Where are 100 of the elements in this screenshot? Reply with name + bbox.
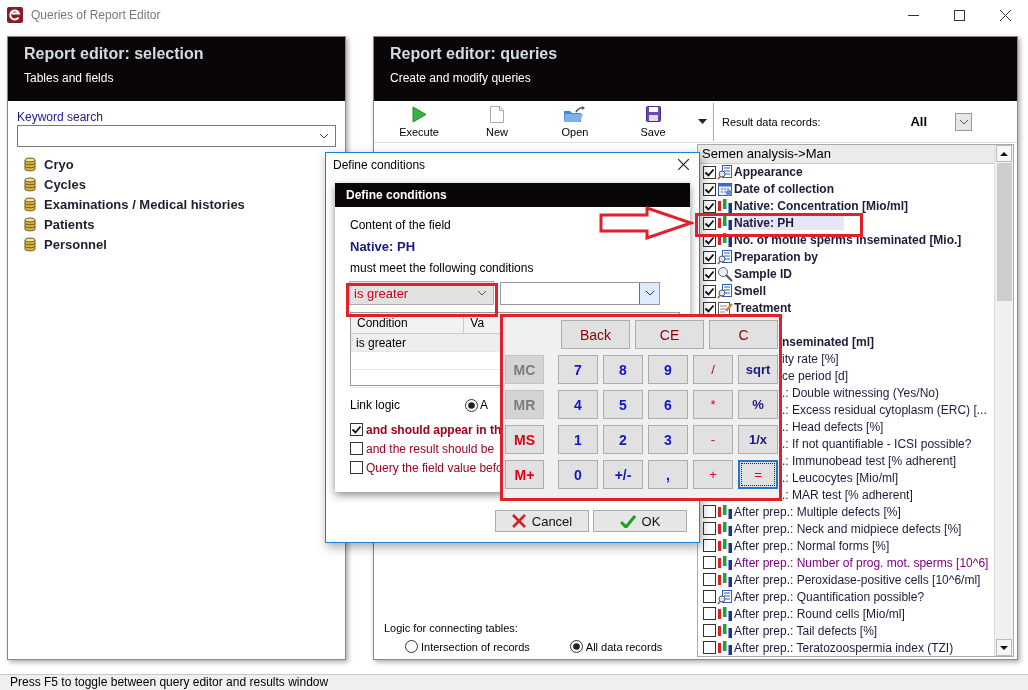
toolbar-button[interactable]: Execute [380,102,458,141]
checkbox[interactable] [703,607,716,621]
calculator-key[interactable]: 1 [558,425,598,454]
calculator-key[interactable]: 8 [603,355,643,384]
calculator-key[interactable]: MS [505,425,544,454]
checkbox[interactable] [703,284,716,298]
table-item[interactable]: Personnel [44,236,107,252]
radio-label: A [480,398,488,412]
field-item[interactable]: ity rate [%] [782,352,841,367]
calculator-key[interactable]: 2 [603,425,643,454]
field-item[interactable]: .: Double witnessing (Yes/No) [782,386,941,401]
calculator-key[interactable]: 5 [603,390,643,419]
field-item[interactable]: .: Head defects [%] [782,420,886,434]
minimize-icon[interactable] [907,14,919,16]
calculator-key[interactable]: C [709,320,778,349]
calculator-key[interactable]: 6 [648,390,688,419]
toolbar-button[interactable]: New [458,102,536,141]
maximize-icon[interactable] [953,9,965,21]
value-combobox[interactable] [500,281,660,305]
table-item[interactable]: Cryo [44,156,74,172]
field-item[interactable]: .: Leucocytes [Mio/ml] [782,470,901,485]
checkbox[interactable] [703,267,716,281]
table-item[interactable]: Cycles [44,176,86,192]
table-item[interactable]: Examinations / Medical histories [44,196,245,212]
search-combobox[interactable] [17,125,336,147]
scrollbar-thumb[interactable] [996,163,1012,301]
field-item[interactable]: Native: Concentration [Mio/ml] [734,199,910,214]
calculator-key[interactable]: sqrt [738,355,778,384]
database-icon [24,236,36,252]
calculator-key[interactable]: = [738,460,778,489]
calculator-key[interactable]: + [693,460,733,489]
toolbar-button[interactable]: Save [614,102,692,141]
checkbox[interactable] [703,182,716,196]
field-item[interactable]: After prep.: Number of prog. mot. sperms [10^6] [734,555,991,570]
document-search-icon [717,588,733,605]
checkbox[interactable] [703,301,716,315]
checkbox[interactable] [703,539,716,553]
field-item[interactable]: Treatment [734,301,794,316]
field-item[interactable]: Date of collection [734,182,836,197]
calculator-key[interactable]: +/- [603,460,643,489]
calculator-key[interactable]: CE [635,320,704,349]
checkbox[interactable] [703,641,716,655]
field-item[interactable]: nseminated [ml] [782,335,876,350]
close-icon[interactable] [678,159,689,170]
field-item[interactable]: Sample ID [734,267,795,282]
calculator-key[interactable]: 9 [648,355,688,384]
checkbox[interactable] [703,165,716,179]
checkbox[interactable] [703,590,716,604]
field-item[interactable]: ce period [d] [782,369,851,384]
dropdown-button[interactable] [955,112,973,131]
field-item[interactable]: After prep.: Tail defects [%] [734,623,880,638]
checkbox[interactable] [703,199,716,213]
checkbox[interactable] [703,573,716,587]
calculator-key[interactable]: 4 [558,390,598,419]
calculator-key[interactable]: 7 [558,355,598,384]
checkbox[interactable] [703,505,716,519]
checkbox[interactable] [703,522,716,536]
checkbox[interactable] [350,423,363,436]
toolbar-button[interactable]: Open [536,102,614,141]
field-item[interactable]: After prep.: Neck and midpiece defects [%] [734,521,964,536]
dropdown-arrow-icon[interactable] [698,119,707,124]
calculator-key[interactable]: - [693,425,733,454]
calculator-key[interactable]: / [693,355,733,384]
field-item[interactable]: .: Excess residual cytoplasm (ERC) [... [782,403,989,417]
checkbox[interactable] [703,250,716,264]
calculator-key[interactable]: , [648,460,688,489]
calculator-key[interactable]: % [738,390,778,419]
checkbox[interactable] [703,556,716,570]
dialog-button[interactable]: Cancel [495,510,589,532]
field-item[interactable]: After prep.: Teratozoospermia index (TZI) [734,640,956,655]
field-item[interactable]: Appearance [734,165,805,180]
field-item[interactable]: .: MAR test [% adherent] [782,487,915,502]
field-item[interactable]: After prep.: Peroxidase-positive cells [10^6/ml] [734,572,983,587]
field-item[interactable]: .: Immunobead test [% adherent] [782,453,959,468]
field-item[interactable]: Smell [734,284,768,299]
field-item[interactable]: .: If not quantifiable - ICSI possible? [782,436,974,451]
close-icon[interactable] [999,9,1011,21]
field-item[interactable]: After prep.: Multiple defects [%] [734,504,903,519]
scrollbar[interactable] [994,145,1013,656]
field-item[interactable]: Preparation by [734,250,821,265]
field-item[interactable]: Native: PH [734,216,845,231]
calculator-key[interactable]: 3 [648,425,688,454]
dialog-button[interactable]: OK [593,510,687,532]
table-item[interactable]: Patients [44,216,95,232]
calculator-key[interactable]: * [693,390,733,419]
calculator-key[interactable]: Back [561,320,630,349]
radio-button[interactable] [405,640,418,653]
column-header: Va [470,316,485,330]
field-item[interactable]: After prep.: Normal forms [%] [734,538,892,553]
calculator-key[interactable]: 1/x [738,425,778,454]
checkbox[interactable] [350,461,363,474]
field-item[interactable]: After prep.: Round cells [Mio/ml] [734,606,907,621]
radio-button[interactable] [465,398,478,412]
calculator-key[interactable]: M+ [505,460,544,489]
checkbox[interactable] [703,624,716,638]
calculator-key[interactable]: 0 [558,460,598,489]
radio-button[interactable] [569,640,583,653]
field-item[interactable]: After prep.: Quantification possible? [734,589,927,604]
checkbox[interactable] [350,442,363,455]
checkbox[interactable] [703,216,716,230]
